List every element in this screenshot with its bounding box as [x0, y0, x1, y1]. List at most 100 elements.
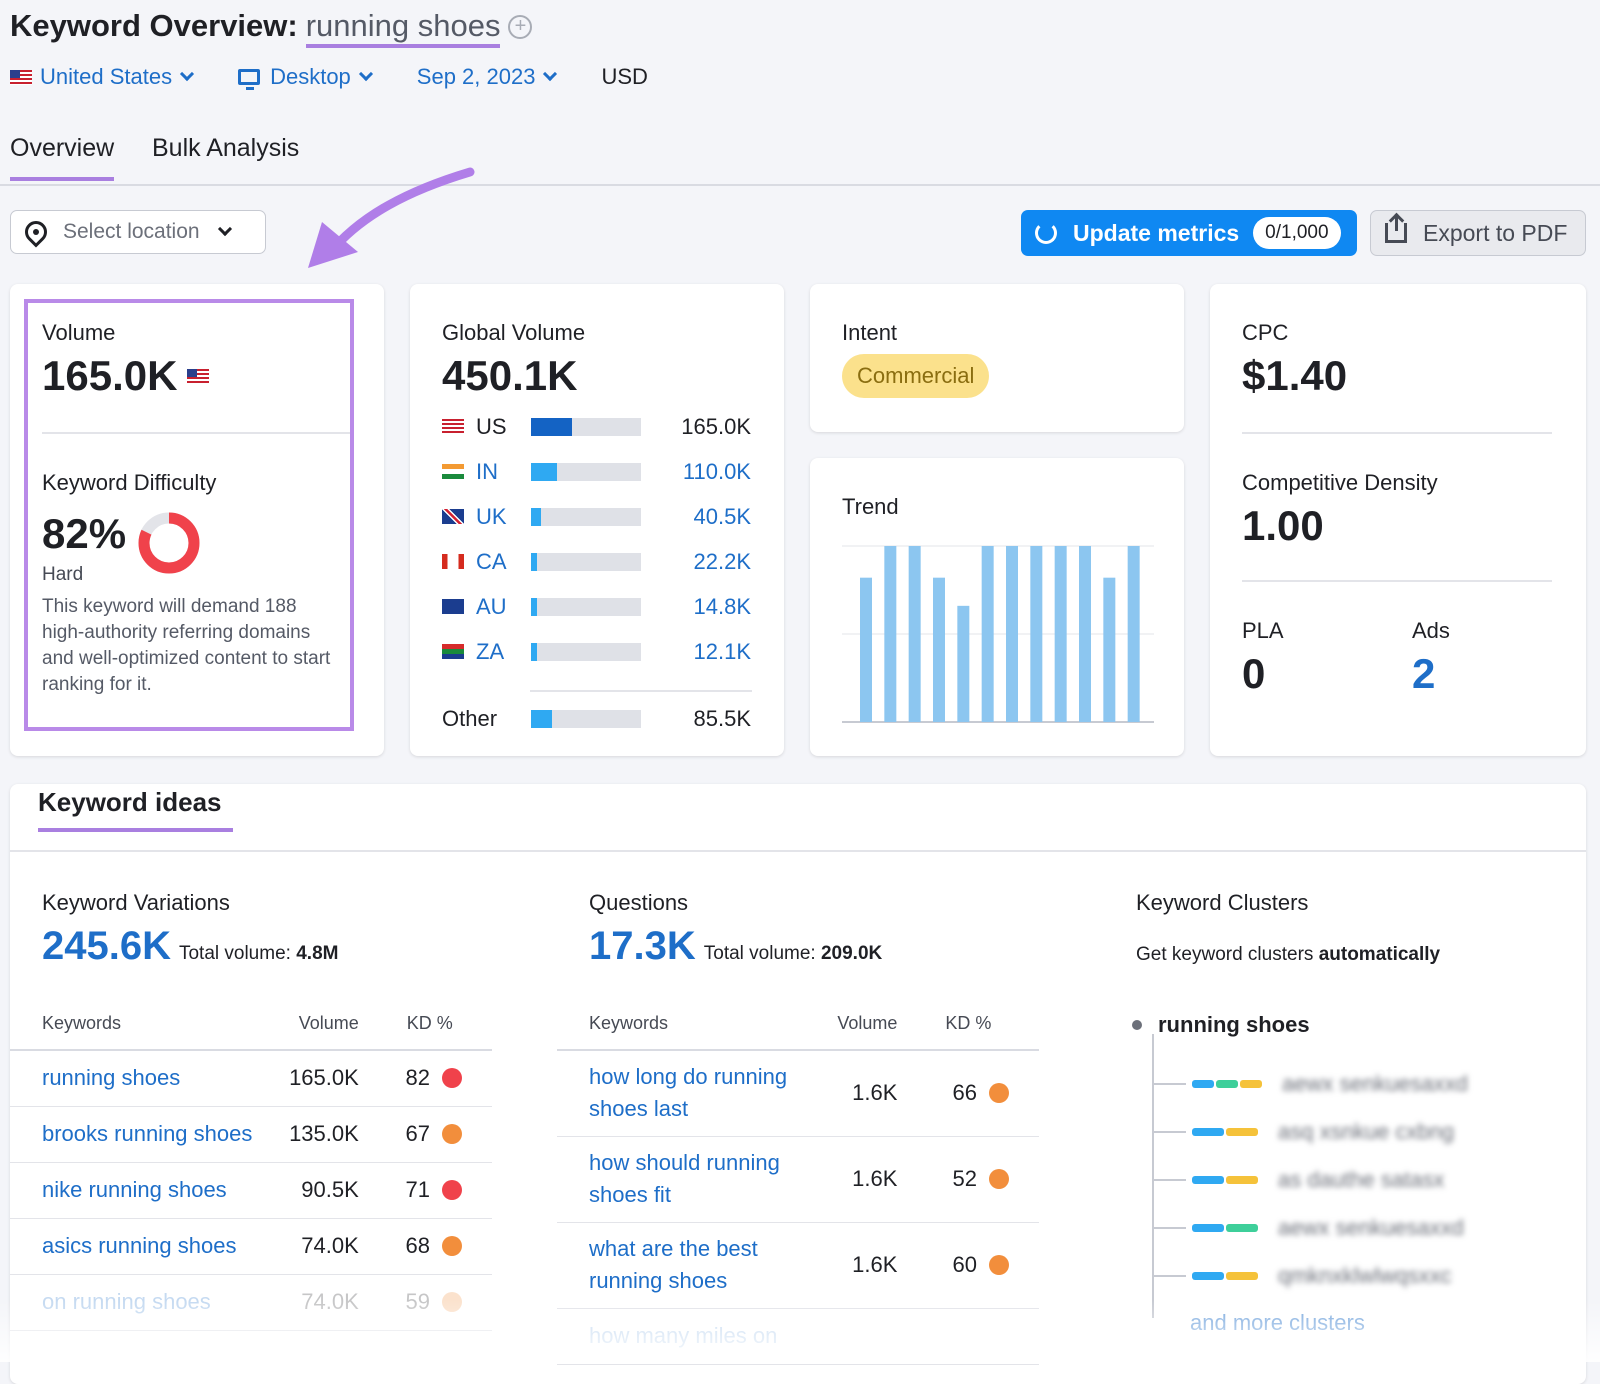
country-volume[interactable]: 12.1K [641, 639, 752, 665]
kd-cell: 68 [358, 1218, 492, 1275]
tab-bulk-analysis[interactable]: Bulk Analysis [152, 134, 299, 177]
export-pdf-button[interactable]: Export to PDF [1370, 210, 1586, 256]
annotation-arrow-icon [308, 167, 475, 268]
trend-bar[interactable] [1103, 577, 1116, 722]
clusters-subtitle-prefix: Get keyword clusters [1136, 944, 1314, 965]
competitive-density-label: Competitive Density [1242, 470, 1438, 495]
highlight-box [24, 299, 354, 731]
other-bar-fill [531, 709, 552, 728]
volume-bar-fill [531, 417, 572, 436]
pla-label: PLA [1242, 618, 1284, 643]
divider [530, 690, 752, 692]
device-dropdown[interactable]: Desktop [238, 64, 373, 90]
cluster-item: qmknxklwlwqsxxc [1152, 1252, 1468, 1300]
refresh-icon [1035, 222, 1057, 244]
trend-bar[interactable] [860, 577, 872, 722]
keyword-link[interactable]: how should running shoes fit [557, 1136, 807, 1223]
cluster-item: aewx senkuesaxxd [1152, 1204, 1468, 1252]
questions-title[interactable]: Questions [589, 890, 688, 916]
clusters-title[interactable]: Keyword Clusters [1136, 890, 1308, 916]
trend-bar[interactable] [884, 546, 897, 722]
ads-value[interactable]: 2 [1412, 650, 1435, 698]
col-kd: KD % [358, 998, 492, 1051]
kd-cell: 67 [358, 1106, 492, 1163]
keyword-link[interactable]: running shoes [10, 1050, 260, 1107]
keyword-link[interactable]: how long do running shoes last [557, 1050, 807, 1137]
tab-overview[interactable]: Overview [10, 134, 115, 181]
divider [10, 850, 1586, 852]
country-code[interactable]: IN [476, 459, 531, 485]
cpc-label: CPC [1242, 320, 1289, 345]
country-volume[interactable]: 22.2K [641, 549, 752, 575]
table-row: how long do running shoes last 1.6K 66 [557, 1050, 1039, 1137]
variations-count[interactable]: 245.6K [42, 924, 171, 969]
flag-za-icon [442, 644, 464, 659]
cluster-branch [1152, 1179, 1186, 1181]
trend-bar[interactable] [1127, 546, 1140, 722]
clusters-subtitle-bold: automatically [1318, 944, 1441, 965]
country-code[interactable]: CA [476, 549, 531, 575]
keyword-volume: 1.6K [807, 1050, 898, 1137]
volume-bar-fill [531, 507, 541, 526]
ads-label: Ads [1412, 618, 1450, 643]
trend-bar[interactable] [957, 605, 970, 722]
col-kd: KD % [897, 998, 1039, 1051]
flag-uk-icon [442, 509, 464, 524]
variations-title[interactable]: Keyword Variations [42, 890, 230, 916]
trend-bar[interactable] [1030, 546, 1043, 722]
trend-bar[interactable] [1054, 546, 1067, 722]
cluster-branch [1152, 1131, 1186, 1133]
questions-summary: 17.3K Total volume: 209.0K [589, 924, 882, 969]
country-dropdown[interactable]: United States [10, 64, 195, 90]
volume-bar [531, 462, 641, 481]
intent-label: Intent [842, 320, 898, 345]
cluster-item: aewx senkuesaxxd [1152, 1060, 1468, 1108]
global-volume-label: Global Volume [442, 320, 586, 345]
trend-bar[interactable] [1079, 546, 1091, 722]
trend-bar[interactable] [981, 546, 994, 722]
tab-keyword-ideas[interactable]: Keyword ideas [38, 787, 233, 832]
update-metrics-button[interactable]: Update metrics 0/1,000 [1021, 210, 1357, 256]
variations-total-label: Total volume: [178, 943, 291, 964]
global-volume-row: UK 40.5K [442, 494, 752, 539]
table-row: how should running shoes fit 1.6K 52 [557, 1136, 1039, 1223]
date-label: Sep 2, 2023 [416, 64, 536, 89]
keyword-link[interactable]: brooks running shoes [10, 1106, 260, 1163]
country-code[interactable]: ZA [476, 639, 531, 665]
trend-card: Trend [810, 458, 1184, 756]
flag-au-icon [442, 599, 464, 614]
keyword-volume: 90.5K [260, 1162, 359, 1219]
country-volume[interactable]: 14.8K [641, 594, 752, 620]
trend-bar[interactable] [933, 577, 945, 722]
keyword-volume: 135.0K [260, 1106, 359, 1163]
volume-bar [531, 507, 641, 526]
plus-circle-icon[interactable]: + [508, 15, 533, 39]
date-dropdown[interactable]: Sep 2, 2023 [416, 64, 558, 90]
volume-bar [531, 417, 641, 436]
country-volume[interactable]: 110.0K [641, 459, 751, 485]
country-code[interactable]: AU [476, 594, 531, 620]
cluster-label: aewx senkuesaxxd [1282, 1071, 1468, 1096]
keyword-link[interactable]: nike running shoes [10, 1162, 260, 1219]
bottom-fade [0, 1300, 1600, 1362]
flag-in-icon [442, 464, 464, 479]
kd-value: 60 [952, 1252, 977, 1277]
cluster-branch [1152, 1275, 1186, 1277]
desktop-icon [238, 69, 261, 90]
trend-bar[interactable] [1006, 546, 1018, 722]
trend-bar[interactable] [908, 546, 921, 722]
device-label: Desktop [270, 64, 351, 89]
questions-count[interactable]: 17.3K [589, 924, 696, 969]
cpc-card: CPC $1.40 Competitive Density 1.00 PLA 0… [1210, 284, 1586, 756]
country-code[interactable]: UK [476, 504, 531, 530]
keyword-link[interactable]: asics running shoes [10, 1218, 260, 1275]
kd-value: 71 [405, 1177, 430, 1202]
chevron-down-icon [358, 66, 373, 82]
keyword-link[interactable]: what are the best running shoes [557, 1222, 807, 1309]
update-label: Update metrics [1073, 219, 1240, 246]
volume-bar-fill [531, 462, 558, 481]
select-location-dropdown[interactable]: Select location [10, 210, 266, 254]
global-volume-list: US 165.0K IN 110.0K UK 40.5K CA 22.2K AU… [442, 404, 752, 674]
country-volume[interactable]: 40.5K [641, 504, 752, 530]
intent-badge: Commercial [842, 354, 990, 398]
